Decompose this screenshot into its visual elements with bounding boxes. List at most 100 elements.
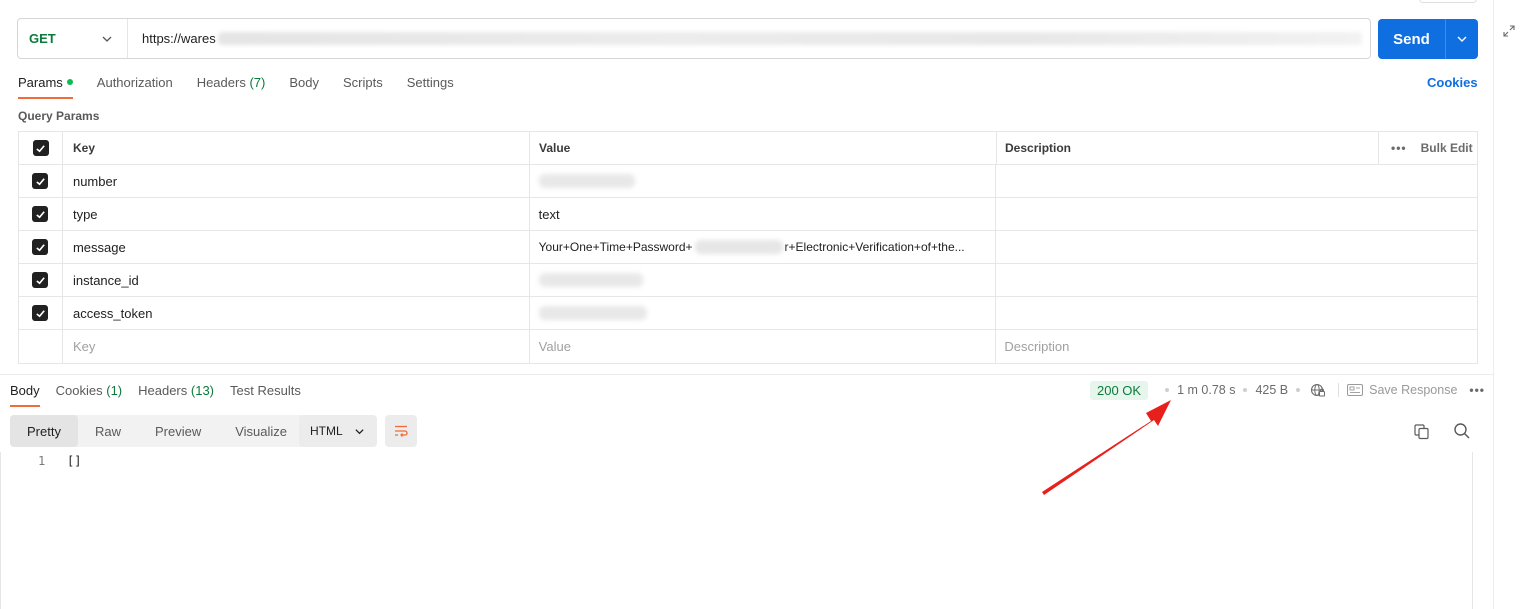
params-active-dot xyxy=(66,79,73,85)
tab-scripts[interactable]: Scripts xyxy=(343,75,383,99)
send-options-button[interactable] xyxy=(1445,19,1478,59)
redacted-value xyxy=(538,306,647,320)
new-description-input[interactable]: Description xyxy=(996,330,1477,363)
query-params-table: Key Value Description ••• Bulk Edit numbe… xyxy=(18,131,1478,364)
check-icon xyxy=(36,309,45,317)
view-pretty[interactable]: Pretty xyxy=(10,415,78,447)
param-description[interactable] xyxy=(996,198,1477,230)
param-description[interactable] xyxy=(996,165,1477,197)
line-number: 1 xyxy=(38,454,46,468)
row-checkbox[interactable] xyxy=(32,173,49,189)
param-key[interactable]: access_token xyxy=(63,297,530,329)
save-response-button[interactable]: Save Response xyxy=(1369,383,1457,397)
query-params-label: Query Params xyxy=(18,109,100,123)
table-row: message Your+One+Time+Password+ r+Electro… xyxy=(19,231,1477,264)
method-label: GET xyxy=(29,31,56,46)
param-key[interactable]: message xyxy=(63,231,530,263)
row-checkbox[interactable] xyxy=(32,239,49,255)
url-bar: GET https://wares xyxy=(17,18,1371,59)
check-icon xyxy=(36,276,45,284)
right-sidebar xyxy=(1493,0,1521,609)
new-value-input[interactable]: Value xyxy=(530,330,997,363)
param-key[interactable]: instance_id xyxy=(63,264,530,296)
redacted-value xyxy=(538,174,635,188)
view-visualize[interactable]: Visualize xyxy=(218,415,304,447)
check-icon xyxy=(36,177,45,185)
send-button-group: Send xyxy=(1378,19,1478,59)
separator-dot xyxy=(1165,388,1170,392)
bulk-edit-button[interactable]: ••• Bulk Edit xyxy=(1379,132,1477,164)
select-all-cell xyxy=(19,132,63,164)
row-checkbox[interactable] xyxy=(32,206,49,222)
search-icon[interactable] xyxy=(1453,422,1471,440)
check-icon xyxy=(36,243,45,251)
param-description[interactable] xyxy=(996,264,1477,296)
param-description[interactable] xyxy=(996,231,1477,263)
tab-response-body[interactable]: Body xyxy=(10,383,40,407)
table-row: access_token xyxy=(19,297,1477,330)
tab-test-results[interactable]: Test Results xyxy=(230,383,301,407)
separator-dot xyxy=(1243,388,1248,392)
redacted-value xyxy=(694,240,783,254)
response-meta: 200 OK 1 m 0.78 s 425 B Save Response ••… xyxy=(1090,380,1485,400)
separator-dot xyxy=(1296,388,1301,392)
view-mode-segmented: Pretty Raw Preview Visualize xyxy=(10,415,305,447)
tab-response-cookies[interactable]: Cookies (1) xyxy=(56,383,122,407)
editor-scrollbar[interactable] xyxy=(1472,452,1486,609)
url-input[interactable]: https://wares xyxy=(128,31,216,46)
chevron-down-icon xyxy=(1457,36,1467,42)
chevron-down-icon xyxy=(355,428,364,434)
tab-body[interactable]: Body xyxy=(289,75,319,99)
toolbar-fragment xyxy=(1419,0,1477,3)
response-size[interactable]: 425 B xyxy=(1255,383,1288,397)
param-value[interactable]: Your+One+Time+Password+ r+Electronic+Veri… xyxy=(530,231,997,263)
table-row-empty: Key Value Description xyxy=(19,330,1477,363)
save-response-icon xyxy=(1347,384,1364,396)
tab-response-headers[interactable]: Headers (13) xyxy=(138,383,214,407)
copy-icon[interactable] xyxy=(1413,423,1430,440)
param-description[interactable] xyxy=(996,297,1477,329)
response-body-editor[interactable]: 1 [] xyxy=(0,452,1493,609)
check-icon xyxy=(36,210,45,218)
format-select[interactable]: HTML xyxy=(299,415,377,447)
separator xyxy=(1338,383,1340,397)
column-header-key: Key xyxy=(63,132,530,164)
select-all-checkbox[interactable] xyxy=(32,140,49,156)
response-time[interactable]: 1 m 0.78 s xyxy=(1177,383,1235,397)
param-value[interactable]: text xyxy=(530,198,997,230)
check-icon xyxy=(36,144,45,152)
view-raw[interactable]: Raw xyxy=(78,415,138,447)
param-key[interactable]: type xyxy=(63,198,530,230)
send-button[interactable]: Send xyxy=(1378,19,1445,59)
tab-authorization[interactable]: Authorization xyxy=(97,75,173,99)
response-tabs: Body Cookies (1) Headers (13) Test Resul… xyxy=(10,383,317,407)
more-icon: ••• xyxy=(1391,141,1407,155)
url-redacted xyxy=(217,32,1362,45)
new-key-input[interactable]: Key xyxy=(63,330,530,363)
table-header-row: Key Value Description ••• Bulk Edit xyxy=(19,132,1477,165)
cookies-link[interactable]: Cookies xyxy=(1427,75,1478,90)
tab-headers[interactable]: Headers (7) xyxy=(197,75,266,99)
request-tabs: Params Authorization Headers (7) Body Sc… xyxy=(18,75,478,99)
row-checkbox[interactable] xyxy=(32,305,49,321)
wrap-lines-button[interactable] xyxy=(385,415,417,447)
panel-divider[interactable] xyxy=(0,374,1493,375)
param-key[interactable]: number xyxy=(63,165,530,197)
table-row: type text xyxy=(19,198,1477,231)
param-value[interactable] xyxy=(530,264,997,296)
network-globe-icon[interactable] xyxy=(1310,382,1326,398)
more-icon[interactable]: ••• xyxy=(1469,383,1485,397)
tab-params[interactable]: Params xyxy=(18,75,73,99)
status-badge[interactable]: 200 OK xyxy=(1090,380,1149,400)
row-checkbox[interactable] xyxy=(32,272,49,288)
method-select[interactable]: GET xyxy=(18,19,128,58)
view-preview[interactable]: Preview xyxy=(138,415,218,447)
wrap-lines-icon xyxy=(395,425,408,437)
tab-settings[interactable]: Settings xyxy=(407,75,454,99)
table-row: instance_id xyxy=(19,264,1477,297)
param-value[interactable] xyxy=(530,165,997,197)
param-value[interactable] xyxy=(530,297,997,329)
expand-icon[interactable] xyxy=(1502,24,1516,38)
column-header-description: Description xyxy=(997,132,1379,164)
chevron-down-icon xyxy=(102,36,112,42)
